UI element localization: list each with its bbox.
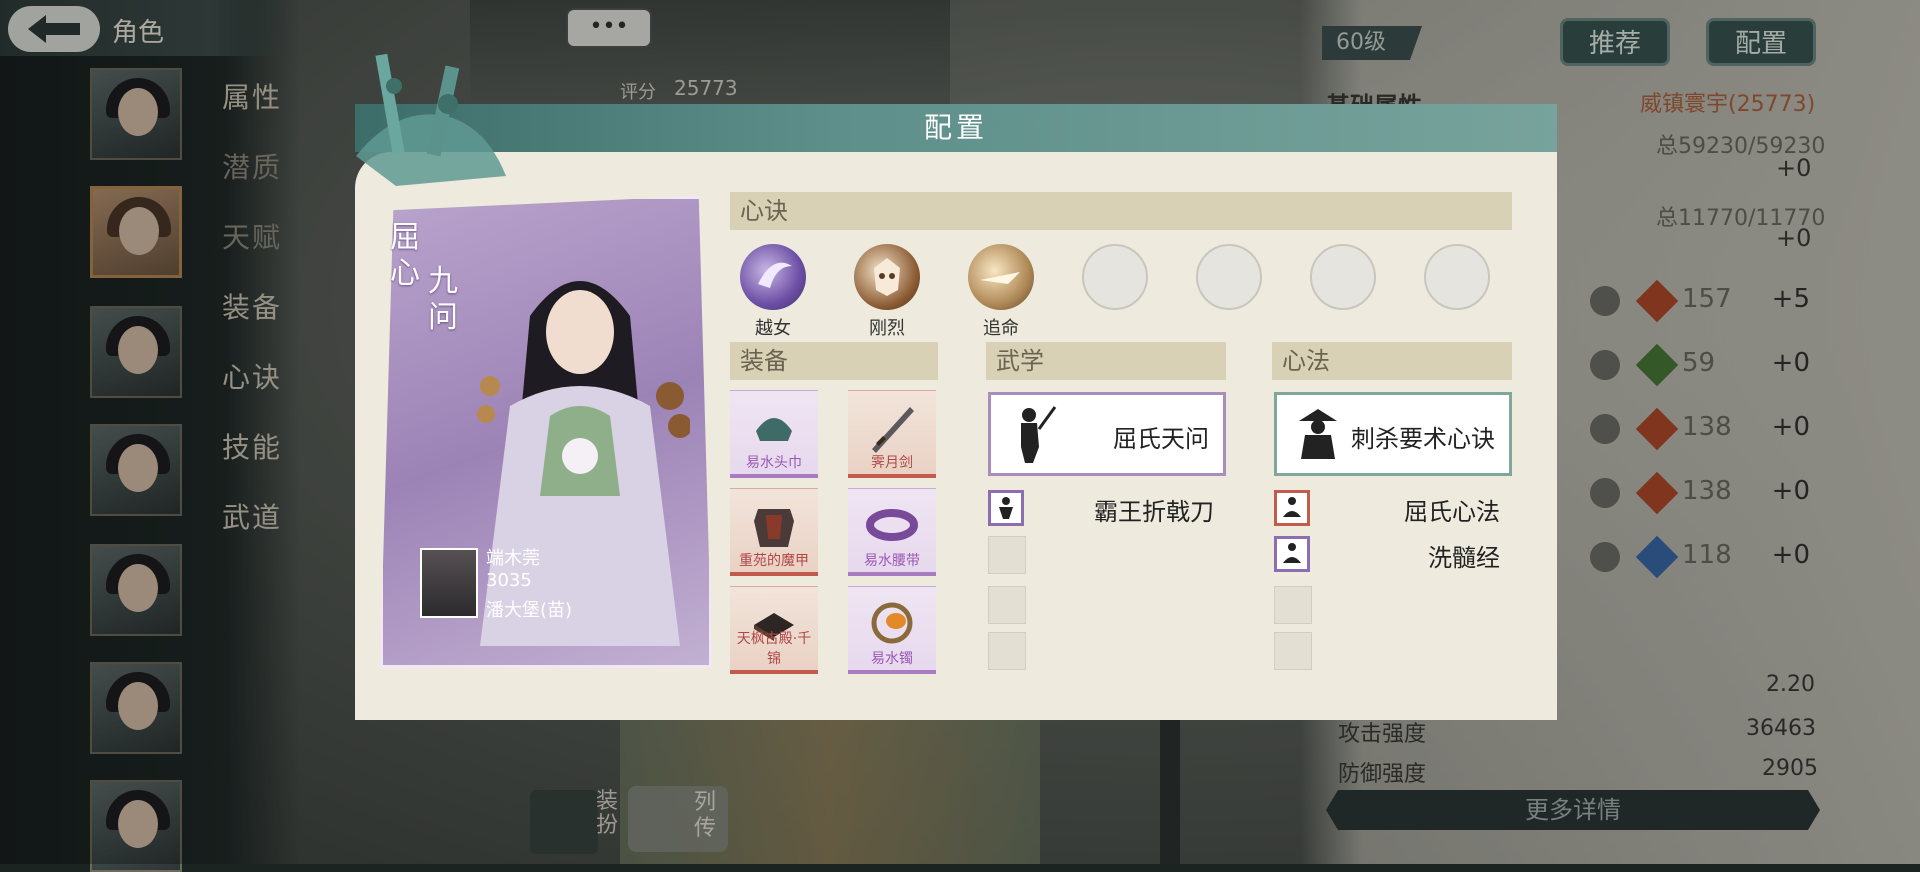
- assassin-icon: [1299, 409, 1337, 459]
- xinjue-slot-empty[interactable]: [1082, 244, 1148, 310]
- modal-title: 配置: [923, 111, 988, 144]
- equipment-slot-sword[interactable]: 霁月剑: [848, 390, 936, 478]
- xinjue-slot-yuenv[interactable]: [740, 244, 806, 310]
- beast-face-icon: [874, 258, 900, 296]
- xinjue-slot-empty[interactable]: [1424, 244, 1490, 310]
- belt-icon: [866, 509, 918, 541]
- xinjue-slot-empty[interactable]: [1196, 244, 1262, 310]
- sword-icon: [872, 407, 914, 453]
- equipment-slot-armor[interactable]: 重苑的魔甲: [730, 488, 818, 576]
- martial-main-name: 屈氏天问: [1113, 425, 1209, 453]
- equipment-name: 易水镯: [871, 651, 913, 667]
- meditation-icon: [1283, 543, 1301, 563]
- crescent-icon: [758, 262, 792, 288]
- xinfa-header: 心法: [1272, 342, 1512, 380]
- meditation-icon: [1283, 497, 1301, 517]
- martial-empty-slot[interactable]: [988, 632, 1026, 670]
- warrior-icon: [999, 497, 1013, 519]
- xinjue-header: 心诀: [730, 192, 1512, 230]
- armor-icon: [754, 509, 794, 547]
- equipment-name: 重苑的魔甲: [739, 553, 809, 569]
- martial-empty-slot[interactable]: [988, 536, 1026, 574]
- equipment-name: 天枫古殿·千锦: [736, 631, 812, 667]
- martial-main-slot[interactable]: 屈氏天问: [988, 392, 1226, 476]
- character-name-part1: 屈心: [390, 220, 420, 291]
- character-name-part2: 九问: [428, 264, 458, 335]
- xinfa-sub-icon[interactable]: [1274, 490, 1310, 526]
- xinfa-sub-icon[interactable]: [1274, 536, 1310, 572]
- xinfa-main-name: 刺杀要术心诀: [1351, 425, 1495, 453]
- equipment-name: 霁月剑: [871, 455, 913, 471]
- swordsman-icon: [1021, 406, 1057, 463]
- headband-icon: [756, 418, 792, 441]
- equipment-name: 易水头巾: [746, 455, 802, 471]
- xinfa-empty-slot[interactable]: [1274, 586, 1312, 624]
- martial-sub-icon[interactable]: [988, 490, 1024, 526]
- equipment-slot-bracelet[interactable]: 易水镯: [848, 586, 936, 674]
- equipment-slot-book[interactable]: 天枫古殿·千锦: [730, 586, 818, 674]
- bracelet-icon: [871, 602, 913, 644]
- martial-header: 武学: [986, 342, 1226, 380]
- sword-decoration-icon: [356, 53, 506, 186]
- xinjue-label: 追命: [983, 318, 1019, 339]
- xinjue-label: 越女: [755, 318, 791, 339]
- equipment-slot-belt[interactable]: 易水腰带: [848, 488, 936, 576]
- owner-score: 3035: [486, 570, 532, 591]
- xinfa-empty-slot[interactable]: [1274, 632, 1312, 670]
- owner-name: 端木莞: [486, 548, 540, 569]
- owner-guild: 潘大堡(苗): [486, 600, 573, 621]
- xinjue-slot-ganglie[interactable]: [854, 244, 920, 310]
- swift-strike-icon: [980, 272, 1020, 284]
- xinjue-slot-zhuiming[interactable]: [968, 244, 1034, 310]
- equipment-header: 装备: [730, 342, 938, 380]
- martial-empty-slot[interactable]: [988, 586, 1026, 624]
- equipment-name: 易水腰带: [864, 553, 920, 569]
- martial-sub-name: 霸王折戟刀: [1094, 498, 1214, 526]
- xinjue-slot-empty[interactable]: [1310, 244, 1376, 310]
- xinfa-main-slot[interactable]: 刺杀要术心诀: [1274, 392, 1512, 476]
- xinjue-label: 刚烈: [869, 318, 905, 339]
- xinfa-sub-name: 洗髓经: [1428, 544, 1500, 572]
- xinfa-sub-name: 屈氏心法: [1404, 498, 1500, 526]
- owner-avatar: [420, 548, 478, 618]
- equipment-slot-headband[interactable]: 易水头巾: [730, 390, 818, 478]
